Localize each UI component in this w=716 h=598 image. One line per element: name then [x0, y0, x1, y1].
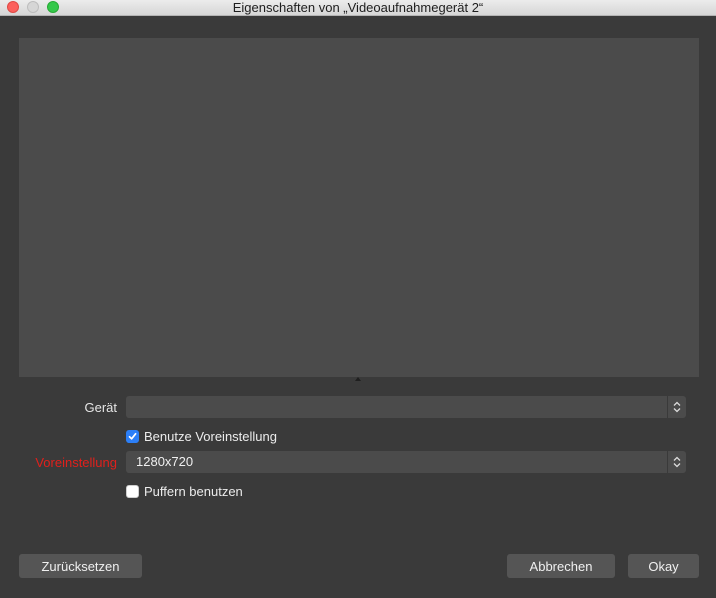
cancel-button[interactable]: Abbrechen: [507, 554, 615, 578]
use-preset-row[interactable]: Benutze Voreinstellung: [126, 428, 277, 444]
preset-select[interactable]: 1280x720: [126, 451, 686, 473]
buffering-label: Puffern benutzen: [144, 483, 243, 499]
properties-window: Eigenschaften von „Videoaufnahmegerät 2“…: [0, 0, 716, 598]
chevron-up-down-icon: [667, 396, 686, 418]
use-preset-checkbox[interactable]: [126, 429, 139, 443]
device-label: Gerät: [84, 400, 117, 415]
buffering-checkbox[interactable]: [126, 484, 139, 498]
video-preview: [19, 38, 699, 377]
window-title: Eigenschaften von „Videoaufnahmegerät 2“: [232, 0, 484, 15]
use-preset-label: Benutze Voreinstellung: [144, 428, 277, 444]
device-select[interactable]: [126, 396, 686, 418]
ok-button[interactable]: Okay: [628, 554, 699, 578]
reset-button[interactable]: Zurücksetzen: [19, 554, 142, 578]
chevron-up-down-icon: [667, 451, 686, 473]
preset-value: 1280x720: [136, 454, 194, 469]
title-bar[interactable]: Eigenschaften von „Videoaufnahmegerät 2“: [0, 0, 716, 16]
buffering-row[interactable]: Puffern benutzen: [126, 483, 243, 499]
checkmark-icon: [128, 432, 137, 440]
splitter-handle[interactable]: [355, 377, 361, 381]
preset-label: Voreinstellung: [35, 455, 117, 470]
